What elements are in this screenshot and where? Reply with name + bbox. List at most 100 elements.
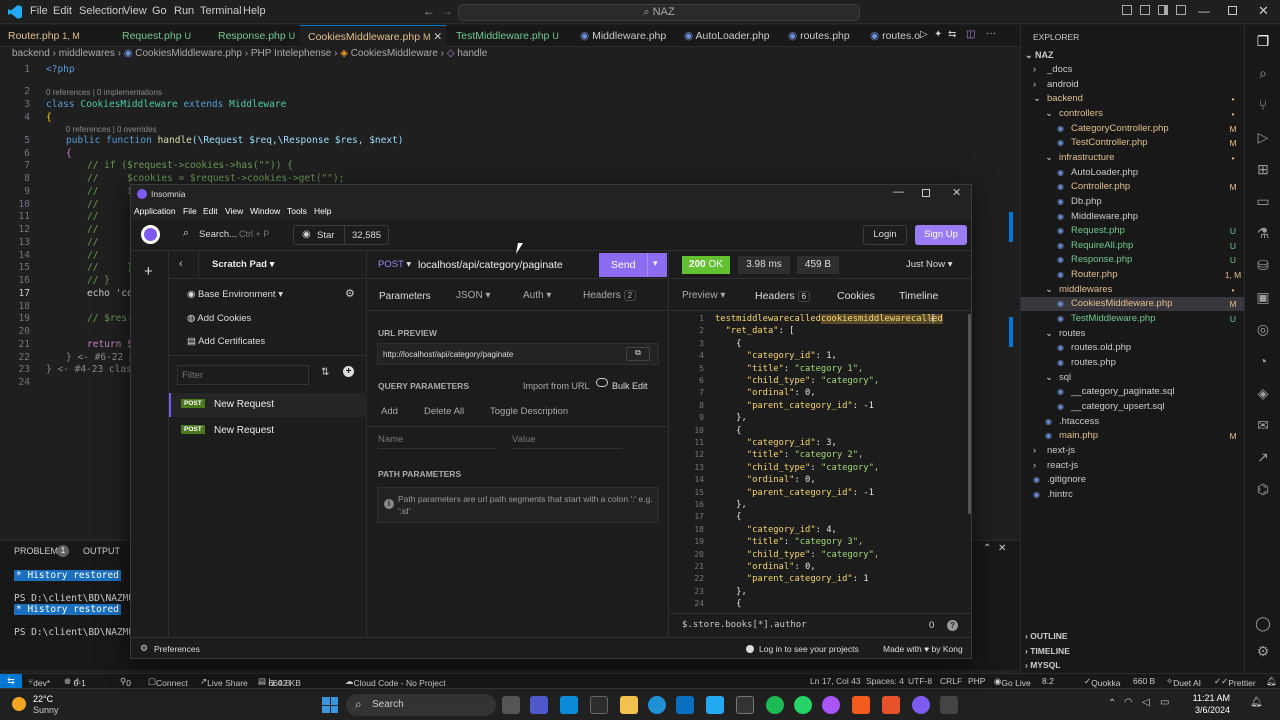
menu-application[interactable]: Application: [134, 206, 176, 216]
nav-forward-icon[interactable]: →: [441, 4, 453, 18]
branch-status[interactable]: ⑂ dev*: [28, 676, 50, 688]
tab-routes[interactable]: ◉ routes.php: [780, 25, 858, 47]
customize-layout-icon[interactable]: [1176, 5, 1186, 15]
timeline-icon[interactable]: ◔: [1255, 353, 1271, 369]
app-icon[interactable]: [766, 696, 784, 714]
menu-terminal[interactable]: Terminal: [200, 5, 242, 17]
tab-json[interactable]: JSON ▾: [456, 290, 490, 301]
add-cookies-button[interactable]: ◍ Add Cookies: [187, 313, 251, 324]
tab-autoloader[interactable]: ◉ AutoLoader.php: [676, 25, 776, 47]
url-input[interactable]: localhost/api/category/paginate: [418, 259, 563, 271]
more-actions-icon[interactable]: ···: [986, 28, 996, 39]
section-mysql[interactable]: › MYSQL: [1025, 658, 1060, 672]
login-button[interactable]: Login: [863, 225, 907, 245]
file-item[interactable]: ◉ TestMiddleware.php U: [1021, 312, 1245, 326]
eol-status[interactable]: CRLF: [940, 676, 962, 686]
tab-output[interactable]: OUTPUT: [83, 546, 120, 556]
base-environment-dropdown[interactable]: ◉ Base Environment ▾: [187, 289, 283, 300]
folder-item[interactable]: › next-js: [1021, 444, 1245, 458]
add-request-icon[interactable]: +: [343, 366, 354, 377]
history-dropdown[interactable]: Just Now ▾: [906, 259, 953, 270]
menu-view[interactable]: View: [123, 5, 147, 17]
close-icon[interactable]: ✕: [952, 186, 961, 199]
docker-icon[interactable]: ▣: [1255, 289, 1271, 305]
language-status[interactable]: PHP: [968, 676, 985, 686]
battery-icon[interactable]: ▭: [1160, 697, 1169, 708]
tab-timeline[interactable]: Timeline: [899, 290, 938, 302]
tab-preview[interactable]: Preview ▾: [682, 290, 725, 301]
menu-selection[interactable]: Selection: [79, 5, 124, 17]
close-panel-icon[interactable]: ✕: [998, 543, 1006, 554]
breadcrumb-item[interactable]: backend: [12, 48, 50, 59]
menu-help[interactable]: Help: [314, 206, 331, 216]
file-item[interactable]: ◉ CategoryController.php M: [1021, 122, 1245, 136]
request-item[interactable]: POST New Request: [169, 419, 367, 443]
file-item[interactable]: ◉ .htaccess: [1021, 415, 1245, 429]
send-button[interactable]: Send ▾: [599, 253, 667, 277]
tab-response[interactable]: Response.php U: [210, 25, 300, 47]
tab-response-headers[interactable]: Headers 6: [755, 290, 811, 302]
file-item[interactable]: ◉ __category_upsert.sql: [1021, 400, 1245, 414]
add-param-button[interactable]: Add: [381, 406, 398, 417]
notifications-icon[interactable]: 🔔︎: [1266, 676, 1277, 687]
made-with-kong[interactable]: Made with ♥ by Kong: [883, 644, 963, 654]
signup-button[interactable]: Sign Up: [915, 225, 967, 245]
menu-help[interactable]: Help: [243, 5, 266, 17]
file-item[interactable]: ◉ TestController.php M: [1021, 136, 1245, 150]
folder-item[interactable]: › _docs: [1021, 63, 1245, 77]
app-icon[interactable]: [822, 696, 840, 714]
folder-item[interactable]: ⌄ middlewares •: [1021, 283, 1245, 297]
response-filter-input[interactable]: $.store.books[*].author: [682, 620, 807, 630]
layout-sidebar-icon[interactable]: [1122, 5, 1132, 15]
run-icon[interactable]: ▷: [920, 29, 928, 40]
toggle-description-button[interactable]: Toggle Description: [490, 406, 568, 417]
weather-temp[interactable]: 22°C: [33, 694, 53, 704]
filter-input[interactable]: [177, 365, 309, 385]
teams-icon[interactable]: [530, 696, 548, 714]
tab-auth[interactable]: Auth ▾: [523, 290, 551, 301]
settings-gear-icon[interactable]: ⚙: [1255, 643, 1271, 659]
file-item[interactable]: ◉ Response.php U: [1021, 253, 1245, 267]
file-item[interactable]: ◉ .hintrc: [1021, 488, 1245, 502]
menu-go[interactable]: Go: [152, 5, 167, 17]
file-explorer-icon[interactable]: [620, 696, 638, 714]
weather-text[interactable]: Sunny: [33, 705, 59, 715]
explorer-icon[interactable]: ❐: [1255, 33, 1271, 49]
file-item[interactable]: ◉ routes.old.php: [1021, 341, 1245, 355]
layout-panel-icon[interactable]: [1140, 5, 1150, 15]
task-view-icon[interactable]: [502, 696, 520, 714]
app-icon[interactable]: [560, 696, 578, 714]
live-share-icon[interactable]: ↗: [1255, 449, 1271, 465]
cloud-code-status[interactable]: ☁ Cloud Code - No Project: [345, 676, 446, 688]
compare-icon[interactable]: ⇆: [948, 29, 956, 40]
remote-explorer-icon[interactable]: ▭: [1255, 193, 1271, 209]
tab-cookies-middleware[interactable]: CookiesMiddleware.php M ✕: [300, 25, 446, 47]
nav-back-icon[interactable]: ←: [423, 4, 435, 18]
chat-icon[interactable]: ✉: [1255, 417, 1271, 433]
settings-gear-icon[interactable]: ⚙: [140, 643, 148, 654]
tab-cookies[interactable]: Cookies: [837, 290, 875, 302]
import-url-button[interactable]: Import from URL: [523, 381, 590, 391]
app-icon[interactable]: [940, 696, 958, 714]
clock-time[interactable]: 11:21 AM: [1190, 693, 1230, 703]
remote-indicator-icon[interactable]: ⇆: [0, 674, 22, 689]
menu-file[interactable]: File: [183, 206, 197, 216]
go-live-status[interactable]: ◉ Go Live: [994, 676, 1031, 688]
method-dropdown[interactable]: POST ▾: [378, 259, 411, 270]
encoding-status[interactable]: UTF-8: [908, 676, 932, 686]
response-scrollbar[interactable]: [968, 314, 971, 514]
delete-all-button[interactable]: Delete All: [424, 406, 464, 417]
command-center-search[interactable]: ⌕ NAZ: [458, 4, 860, 21]
file-item[interactable]: ◉ routes.php: [1021, 356, 1245, 370]
explorer-root[interactable]: ⌄ NAZ: [1025, 48, 1054, 62]
insomnia-home-icon[interactable]: [141, 225, 160, 244]
app-icon[interactable]: [852, 696, 870, 714]
param-value-input[interactable]: [512, 431, 622, 449]
menu-edit[interactable]: Edit: [53, 5, 72, 17]
tab-middleware[interactable]: ◉ Middleware.php: [572, 25, 668, 47]
sparkle-icon[interactable]: ✦: [934, 29, 942, 40]
folder-item[interactable]: › android: [1021, 78, 1245, 92]
breadcrumb-item[interactable]: CookiesMiddleware: [351, 48, 438, 59]
connect-status[interactable]: ▢ Connect: [148, 676, 188, 688]
tab-router[interactable]: Router.php 1, M: [0, 25, 100, 47]
